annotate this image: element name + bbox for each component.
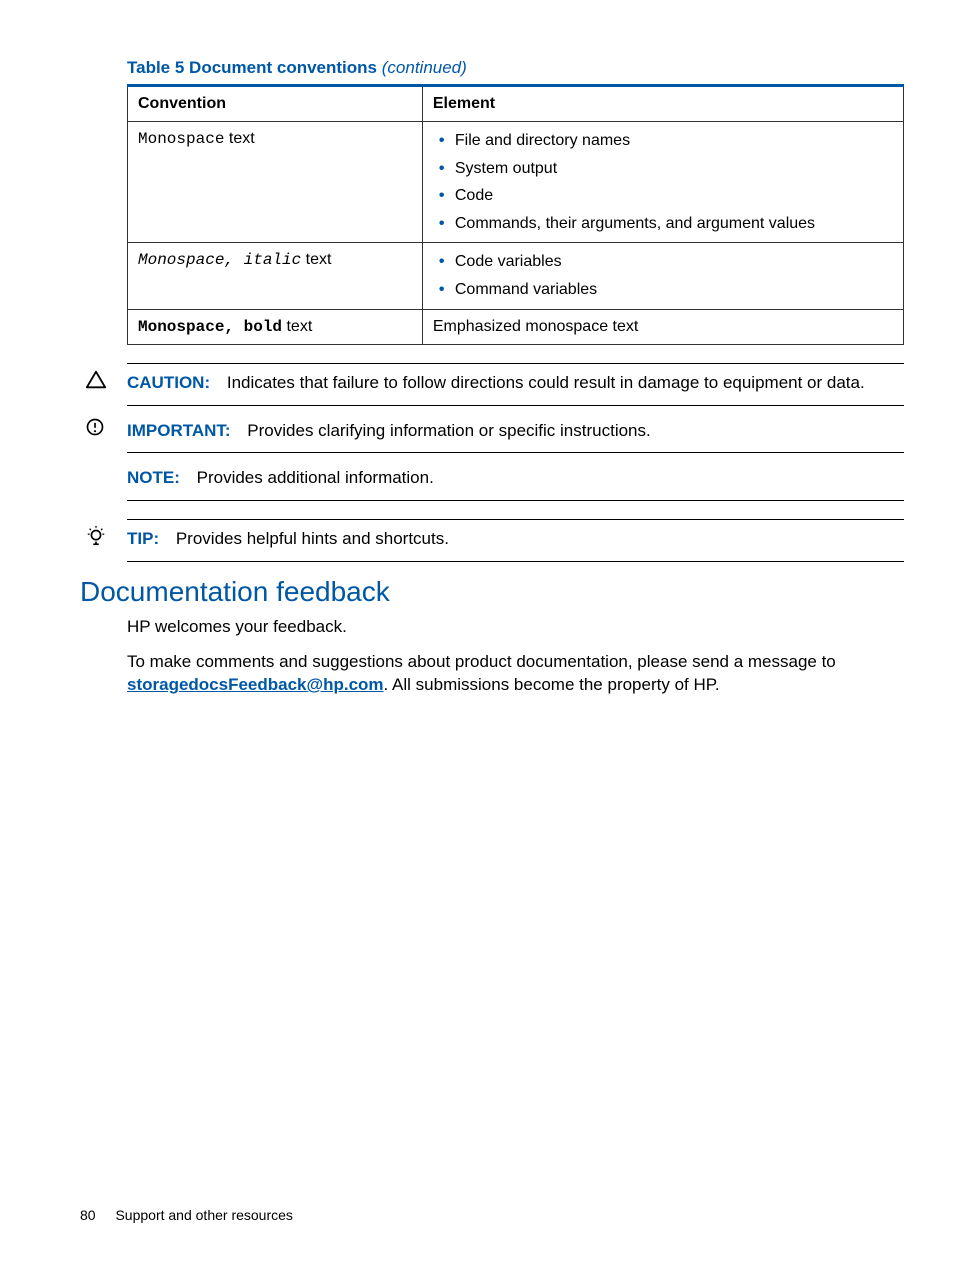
tip-icon — [85, 525, 109, 549]
table-row: Monospace text File and directory names … — [128, 122, 904, 243]
note-text: Provides additional information. — [197, 468, 434, 487]
caution-icon — [85, 369, 109, 393]
convention-suffix: text — [301, 251, 331, 268]
convention-suffix: text — [224, 130, 254, 147]
list-item: Code variables — [433, 251, 893, 273]
caution-label: CAUTION: — [127, 373, 210, 392]
table-caption-title: Table 5 Document conventions — [127, 58, 377, 77]
note-admonition: NOTE: Provides additional information. — [127, 459, 904, 501]
footer-title: Support and other resources — [115, 1207, 292, 1223]
list-item: Code — [433, 185, 893, 207]
page-footer: 80 Support and other resources — [80, 1207, 293, 1223]
important-label: IMPORTANT: — [127, 421, 231, 440]
element-plain: Emphasized monospace text — [422, 309, 903, 344]
page-number: 80 — [80, 1207, 96, 1223]
table-row: Monospace, bold text Emphasized monospac… — [128, 309, 904, 344]
tip-admonition: TIP: Provides helpful hints and shortcut… — [127, 519, 904, 562]
important-icon — [85, 417, 109, 441]
feedback-text-post: . All submissions become the property of… — [384, 675, 720, 694]
important-text: Provides clarifying information or speci… — [247, 421, 650, 440]
note-label: NOTE: — [127, 468, 180, 487]
list-item: File and directory names — [433, 130, 893, 152]
feedback-text-pre: To make comments and suggestions about p… — [127, 652, 836, 671]
list-item: Command variables — [433, 279, 893, 301]
table-caption-continued: (continued) — [382, 58, 467, 77]
convention-mono: Monospace — [138, 130, 224, 148]
table-row: Monospace, italic text Code variables Co… — [128, 243, 904, 309]
section-heading: Documentation feedback — [80, 576, 904, 608]
convention-mono-bold: Monospace, bold — [138, 318, 282, 336]
table-caption: Table 5 Document conventions (continued) — [127, 58, 904, 78]
element-list: File and directory names System output C… — [433, 130, 893, 234]
caution-admonition: CAUTION: Indicates that failure to follo… — [127, 363, 904, 406]
convention-suffix: text — [282, 318, 312, 335]
convention-mono-italic: Monospace, italic — [138, 251, 301, 269]
important-admonition: IMPORTANT: Provides clarifying informati… — [127, 412, 904, 454]
table-header-element: Element — [422, 86, 903, 122]
feedback-para-2: To make comments and suggestions about p… — [127, 651, 904, 697]
tip-label: TIP: — [127, 529, 159, 548]
tip-text: Provides helpful hints and shortcuts. — [176, 529, 449, 548]
list-item: System output — [433, 158, 893, 180]
conventions-table: Convention Element Monospace text File a… — [127, 84, 904, 345]
element-list: Code variables Command variables — [433, 251, 893, 300]
feedback-para-1: HP welcomes your feedback. — [127, 616, 904, 639]
table-header-convention: Convention — [128, 86, 423, 122]
feedback-email-link[interactable]: storagedocsFeedback@hp.com — [127, 675, 384, 694]
list-item: Commands, their arguments, and argument … — [433, 213, 893, 235]
caution-text: Indicates that failure to follow directi… — [227, 373, 865, 392]
